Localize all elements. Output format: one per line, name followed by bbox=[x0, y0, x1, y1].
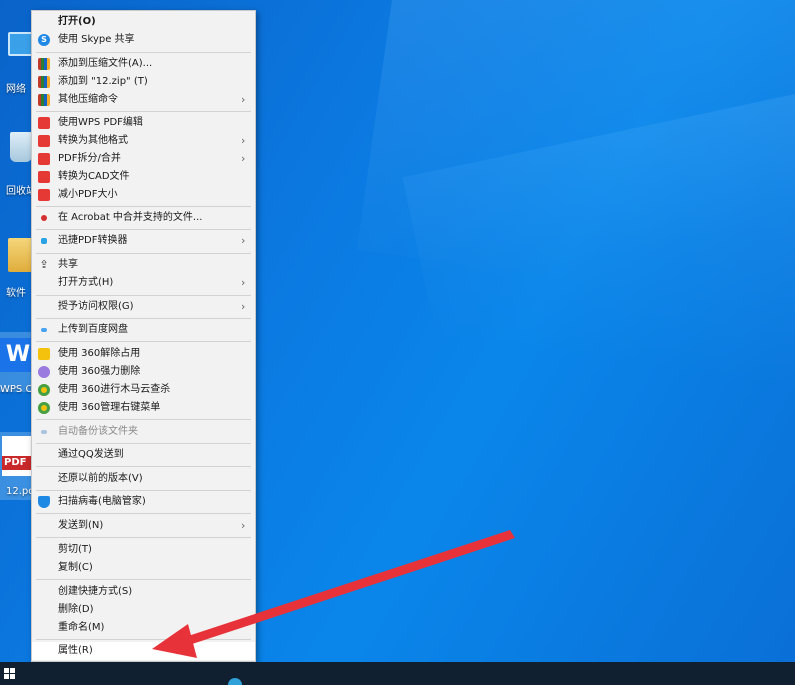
arrow-head bbox=[152, 624, 197, 658]
arrow-shaft bbox=[176, 530, 515, 648]
taskbar-app-icon[interactable] bbox=[228, 678, 242, 685]
taskbar bbox=[0, 662, 795, 685]
windows-logo-icon[interactable] bbox=[4, 668, 16, 680]
annotation-arrow bbox=[152, 530, 515, 658]
